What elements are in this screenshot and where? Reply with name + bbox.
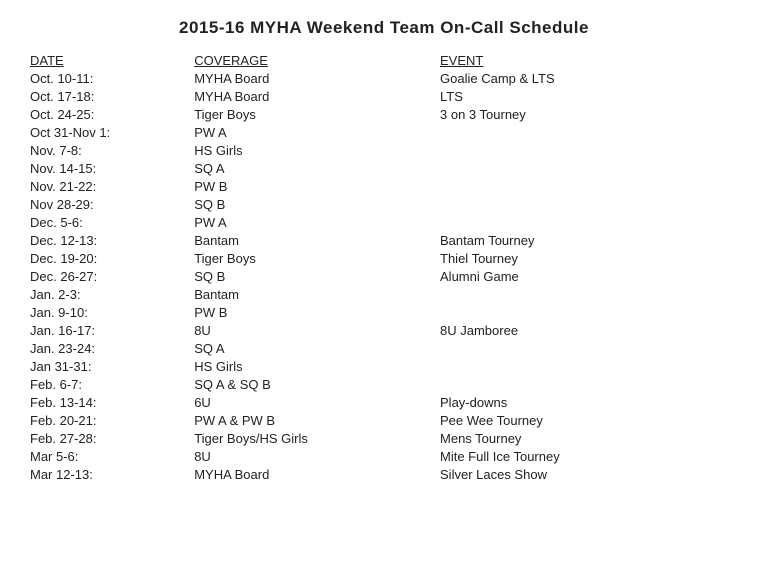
- table-row: Nov. 14-15:SQ A: [30, 159, 738, 177]
- table-row: Feb. 27-28:Tiger Boys/HS GirlsMens Tourn…: [30, 429, 738, 447]
- cell-coverage: MYHA Board: [194, 87, 440, 105]
- cell-coverage: HS Girls: [194, 357, 440, 375]
- cell-event: Bantam Tourney: [440, 231, 738, 249]
- cell-coverage: MYHA Board: [194, 465, 440, 483]
- cell-coverage: SQ B: [194, 267, 440, 285]
- cell-event: [440, 195, 738, 213]
- schedule-table: DATE COVERAGE EVENT Oct. 10-11:MYHA Boar…: [30, 52, 738, 483]
- cell-event: [440, 177, 738, 195]
- cell-event: [440, 123, 738, 141]
- cell-coverage: SQ A: [194, 159, 440, 177]
- cell-date: Nov 28-29:: [30, 195, 194, 213]
- cell-date: Nov. 7-8:: [30, 141, 194, 159]
- table-row: Dec. 19-20:Tiger BoysThiel Tourney: [30, 249, 738, 267]
- cell-date: Dec. 19-20:: [30, 249, 194, 267]
- cell-date: Oct. 24-25:: [30, 105, 194, 123]
- cell-date: Dec. 12-13:: [30, 231, 194, 249]
- cell-coverage: Tiger Boys: [194, 249, 440, 267]
- cell-coverage: 8U: [194, 321, 440, 339]
- table-row: Jan. 9-10:PW B: [30, 303, 738, 321]
- cell-coverage: Tiger Boys/HS Girls: [194, 429, 440, 447]
- cell-event: 3 on 3 Tourney: [440, 105, 738, 123]
- cell-date: Jan. 2-3:: [30, 285, 194, 303]
- header-date: DATE: [30, 52, 194, 69]
- table-row: Mar 12-13:MYHA BoardSilver Laces Show: [30, 465, 738, 483]
- page: 2015-16 MYHA Weekend Team On-Call Schedu…: [0, 0, 768, 582]
- table-row: Mar 5-6:8UMite Full Ice Tourney: [30, 447, 738, 465]
- cell-coverage: PW B: [194, 177, 440, 195]
- cell-date: Feb. 13-14:: [30, 393, 194, 411]
- cell-coverage: PW B: [194, 303, 440, 321]
- cell-coverage: PW A & PW B: [194, 411, 440, 429]
- cell-coverage: PW A: [194, 213, 440, 231]
- cell-coverage: SQ A & SQ B: [194, 375, 440, 393]
- page-title: 2015-16 MYHA Weekend Team On-Call Schedu…: [30, 18, 738, 38]
- cell-event: [440, 357, 738, 375]
- cell-date: Feb. 6-7:: [30, 375, 194, 393]
- cell-coverage: SQ A: [194, 339, 440, 357]
- cell-event: Alumni Game: [440, 267, 738, 285]
- cell-event: [440, 213, 738, 231]
- cell-date: Jan. 23-24:: [30, 339, 194, 357]
- table-row: Feb. 13-14:6UPlay-downs: [30, 393, 738, 411]
- cell-event: [440, 285, 738, 303]
- cell-date: Jan. 16-17:: [30, 321, 194, 339]
- table-row: Dec. 5-6:PW A: [30, 213, 738, 231]
- table-row: Feb. 6-7:SQ A & SQ B: [30, 375, 738, 393]
- table-row: Jan 31-31:HS Girls: [30, 357, 738, 375]
- cell-coverage: Tiger Boys: [194, 105, 440, 123]
- cell-coverage: SQ B: [194, 195, 440, 213]
- cell-coverage: HS Girls: [194, 141, 440, 159]
- table-row: Jan. 23-24:SQ A: [30, 339, 738, 357]
- cell-coverage: PW A: [194, 123, 440, 141]
- cell-event: [440, 159, 738, 177]
- cell-event: [440, 339, 738, 357]
- table-row: Oct. 10-11:MYHA BoardGoalie Camp & LTS: [30, 69, 738, 87]
- table-row: Jan. 2-3:Bantam: [30, 285, 738, 303]
- table-header-row: DATE COVERAGE EVENT: [30, 52, 738, 69]
- cell-event: LTS: [440, 87, 738, 105]
- cell-date: Nov. 14-15:: [30, 159, 194, 177]
- cell-coverage: Bantam: [194, 231, 440, 249]
- cell-event: Mens Tourney: [440, 429, 738, 447]
- cell-event: Thiel Tourney: [440, 249, 738, 267]
- cell-date: Dec. 26-27:: [30, 267, 194, 285]
- header-coverage: COVERAGE: [194, 52, 440, 69]
- cell-event: Mite Full Ice Tourney: [440, 447, 738, 465]
- table-row: Dec. 12-13:BantamBantam Tourney: [30, 231, 738, 249]
- cell-date: Nov. 21-22:: [30, 177, 194, 195]
- header-event: EVENT: [440, 52, 738, 69]
- table-row: Nov. 7-8:HS Girls: [30, 141, 738, 159]
- cell-date: Jan. 9-10:: [30, 303, 194, 321]
- table-row: Nov 28-29:SQ B: [30, 195, 738, 213]
- cell-date: Oct. 17-18:: [30, 87, 194, 105]
- cell-event: 8U Jamboree: [440, 321, 738, 339]
- table-row: Oct. 24-25:Tiger Boys3 on 3 Tourney: [30, 105, 738, 123]
- table-row: Oct. 17-18:MYHA BoardLTS: [30, 87, 738, 105]
- cell-date: Oct 31-Nov 1:: [30, 123, 194, 141]
- table-row: Oct 31-Nov 1:PW A: [30, 123, 738, 141]
- cell-event: Goalie Camp & LTS: [440, 69, 738, 87]
- cell-event: Pee Wee Tourney: [440, 411, 738, 429]
- cell-date: Oct. 10-11:: [30, 69, 194, 87]
- table-row: Feb. 20-21:PW A & PW BPee Wee Tourney: [30, 411, 738, 429]
- table-row: Nov. 21-22:PW B: [30, 177, 738, 195]
- cell-coverage: 8U: [194, 447, 440, 465]
- cell-event: [440, 375, 738, 393]
- cell-coverage: Bantam: [194, 285, 440, 303]
- cell-coverage: 6U: [194, 393, 440, 411]
- cell-date: Mar 12-13:: [30, 465, 194, 483]
- cell-event: Play-downs: [440, 393, 738, 411]
- cell-coverage: MYHA Board: [194, 69, 440, 87]
- cell-event: [440, 141, 738, 159]
- table-row: Dec. 26-27:SQ BAlumni Game: [30, 267, 738, 285]
- cell-date: Feb. 27-28:: [30, 429, 194, 447]
- cell-date: Mar 5-6:: [30, 447, 194, 465]
- table-row: Jan. 16-17:8U8U Jamboree: [30, 321, 738, 339]
- cell-date: Jan 31-31:: [30, 357, 194, 375]
- cell-date: Feb. 20-21:: [30, 411, 194, 429]
- cell-date: Dec. 5-6:: [30, 213, 194, 231]
- cell-event: [440, 303, 738, 321]
- cell-event: Silver Laces Show: [440, 465, 738, 483]
